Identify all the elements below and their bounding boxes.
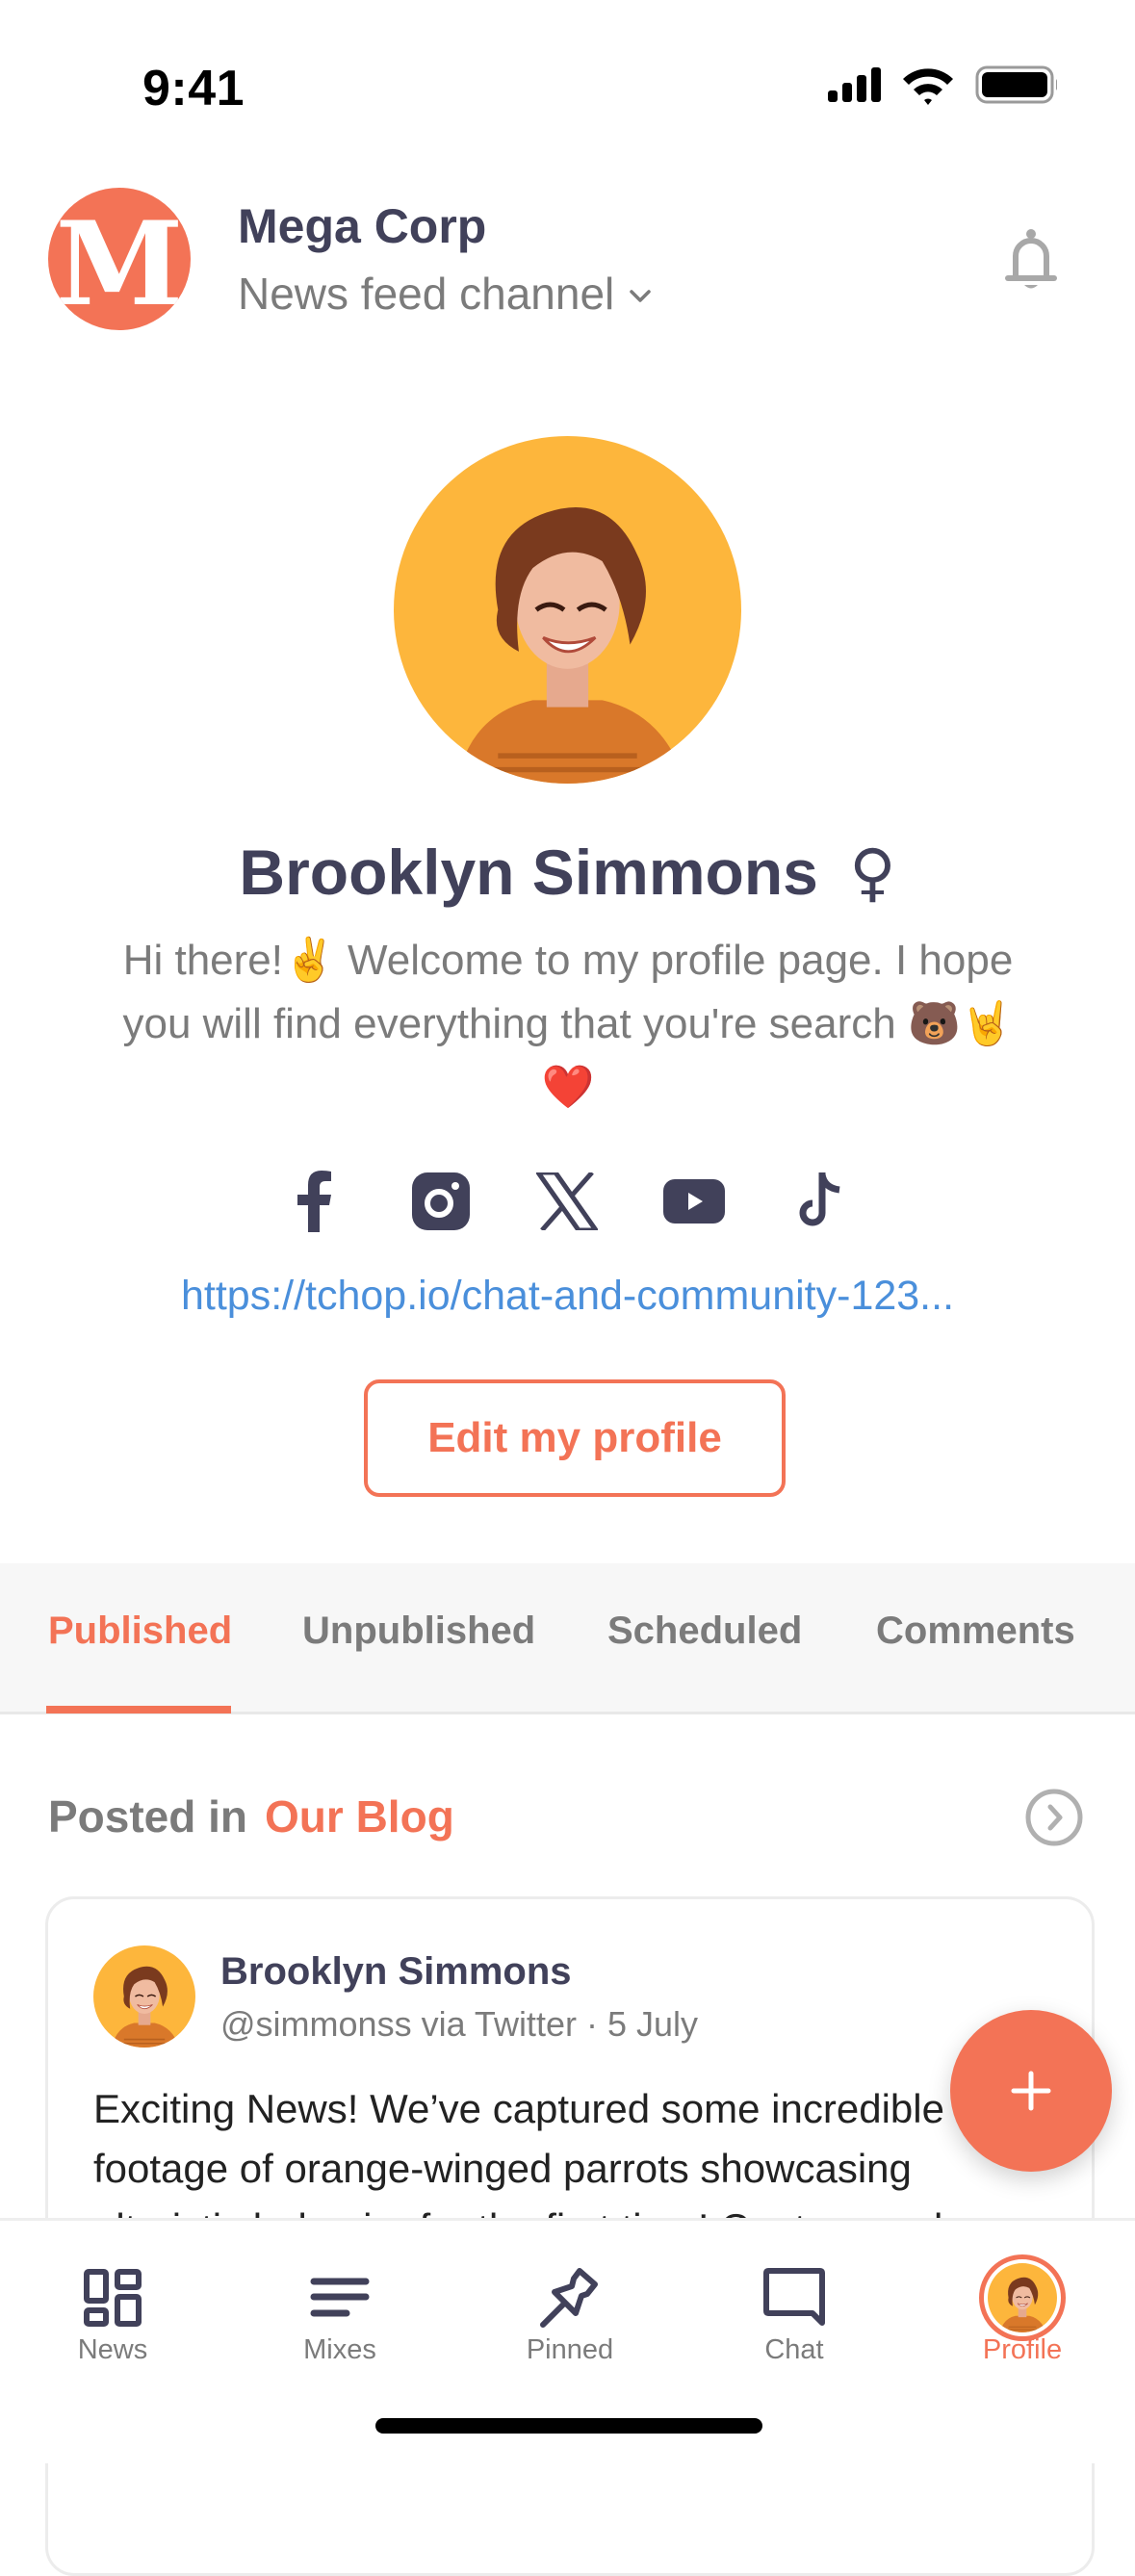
social-links — [0, 1165, 1135, 1238]
channel-link[interactable]: Our Blog — [265, 1791, 454, 1842]
channel-label: News feed channel — [238, 269, 615, 319]
instagram-icon[interactable] — [404, 1165, 477, 1238]
org-logo[interactable]: M — [48, 188, 191, 330]
channel-selector[interactable]: News feed channel — [238, 268, 653, 320]
avatar-image — [394, 436, 741, 784]
chevron-right-circle-icon[interactable] — [1024, 1788, 1084, 1847]
nav-item-mixes[interactable]: Mixes — [244, 2221, 436, 2394]
tab-comments[interactable]: Comments — [876, 1610, 1075, 1653]
active-tab-indicator — [46, 1706, 231, 1713]
profile-bio: Hi there!✌️ Welcome to my profile page. … — [122, 937, 1014, 1111]
nav-label: Profile — [982, 2334, 1063, 2365]
post-author-name[interactable]: Brooklyn Simmons — [220, 1950, 572, 1994]
plus-icon — [1011, 2071, 1051, 2111]
create-post-button[interactable] — [950, 2010, 1112, 2172]
logo-letter: M — [55, 196, 184, 330]
status-time: 9:41 — [142, 61, 245, 116]
nav-label: Mixes — [303, 2334, 376, 2365]
nav-item-profile[interactable]: Profile — [926, 2221, 1119, 2394]
nav-label: News — [77, 2334, 148, 2365]
nav-label: Pinned — [526, 2334, 614, 2365]
wifi-icon — [903, 68, 953, 105]
news-grid-icon — [64, 2250, 161, 2346]
profile-name-text: Brooklyn Simmons — [239, 837, 818, 908]
post-meta: @simmonss via Twitter · 5 July — [220, 2004, 698, 2044]
nav-item-chat[interactable]: Chat — [698, 2221, 890, 2394]
chat-bubble-icon — [746, 2250, 842, 2346]
pin-icon — [522, 2250, 618, 2346]
profile-name: Brooklyn Simmons ♀ — [0, 836, 1135, 910]
profile-link[interactable]: https://tchop.io/chat-and-community-123.… — [0, 1273, 1135, 1320]
home-indicator — [375, 2418, 762, 2434]
chevron-down-icon — [630, 290, 651, 302]
post-author-avatar[interactable] — [93, 1945, 195, 2048]
post-line: footage of orange-winged parrots showcas… — [93, 2146, 912, 2191]
female-sign-icon: ♀ — [849, 836, 896, 910]
avatar-image — [93, 1945, 195, 2048]
nav-item-news[interactable]: News — [16, 2221, 209, 2394]
cellular-signal-icon — [828, 67, 881, 102]
nav-item-pinned[interactable]: Pinned — [474, 2221, 666, 2394]
posted-in-heading: Posted in Our Blog — [48, 1790, 454, 1842]
content-tabs: Published Unpublished Scheduled Comments — [0, 1563, 1135, 1714]
mixes-lines-icon — [292, 2250, 388, 2346]
post-line: Exciting News! We’ve captured some incre… — [93, 2086, 944, 2131]
battery-icon — [975, 65, 1057, 104]
facebook-icon[interactable] — [277, 1165, 350, 1238]
org-name: Mega Corp — [238, 199, 487, 253]
nav-label: Chat — [764, 2334, 824, 2365]
status-icons — [828, 65, 1057, 105]
youtube-icon[interactable] — [658, 1165, 731, 1238]
posted-in-label: Posted in — [48, 1791, 248, 1842]
tab-unpublished[interactable]: Unpublished — [302, 1610, 535, 1653]
avatar — [974, 2250, 1071, 2346]
tab-scheduled[interactable]: Scheduled — [607, 1610, 802, 1653]
edit-profile-button[interactable]: Edit my profile — [364, 1379, 786, 1497]
tab-published[interactable]: Published — [48, 1610, 232, 1653]
tiktok-icon[interactable] — [783, 1165, 856, 1238]
bell-icon[interactable] — [1001, 227, 1061, 293]
profile-avatar[interactable] — [394, 436, 741, 784]
x-twitter-icon[interactable] — [530, 1165, 604, 1238]
